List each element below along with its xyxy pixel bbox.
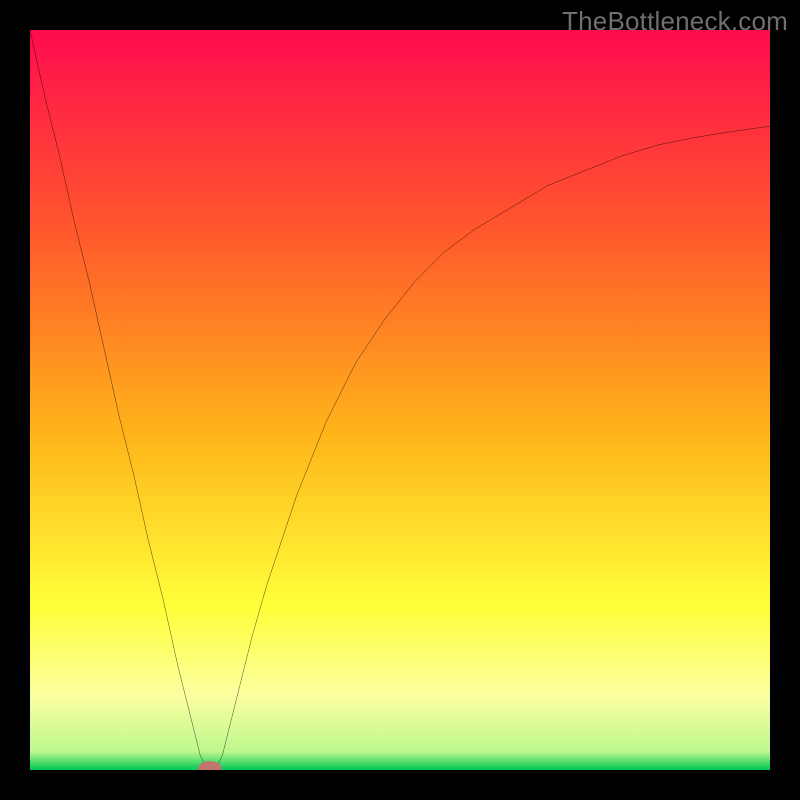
gradient-background <box>30 30 770 770</box>
watermark-text: TheBottleneck.com <box>562 6 788 37</box>
bottleneck-chart <box>30 30 770 770</box>
chart-frame: TheBottleneck.com <box>0 0 800 800</box>
